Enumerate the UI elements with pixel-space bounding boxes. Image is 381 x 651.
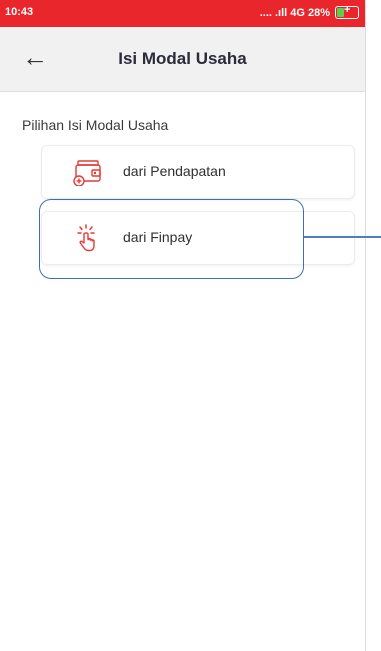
status-bar: 10:43 .... .ıll 4G 28% +: [0, 0, 365, 27]
battery-percent: 28%: [307, 6, 330, 19]
page-title: Isi Modal Usaha: [118, 49, 247, 68]
battery-icon: +: [335, 4, 359, 19]
annotation-highlight-box: [39, 199, 304, 279]
annotation-pointer-line: [304, 236, 381, 238]
wallet-plus-icon: [73, 160, 101, 186]
status-indicators: .... .ıll 4G 28% +: [259, 4, 359, 19]
status-time: 10:43: [5, 6, 34, 18]
signal-indicator: .... .ıll 4G: [259, 6, 305, 19]
option-dari-pendapatan[interactable]: dari Pendapatan: [41, 145, 355, 199]
app-bar: ← Isi Modal Usaha: [0, 27, 365, 92]
phone-screen: 10:43 .... .ıll 4G 28% + ← Isi Modal Usa…: [0, 0, 366, 651]
option-label: dari Pendapatan: [123, 163, 226, 179]
section-label: Pilihan Isi Modal Usaha: [22, 117, 169, 133]
